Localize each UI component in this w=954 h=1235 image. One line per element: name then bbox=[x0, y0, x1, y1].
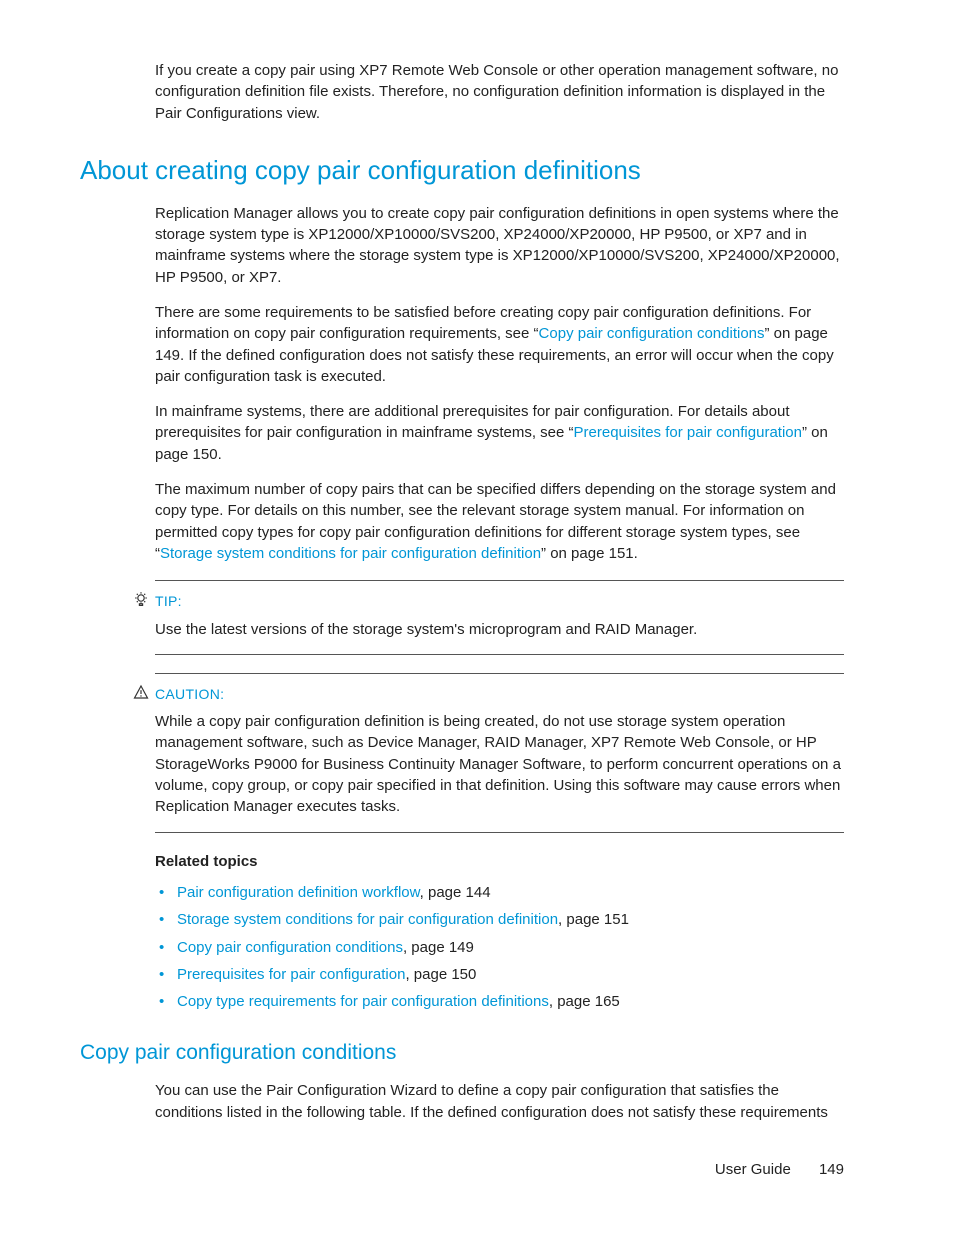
related-link[interactable]: Copy pair configuration conditions bbox=[177, 939, 403, 956]
body-paragraph: You can use the Pair Configuration Wizar… bbox=[155, 1080, 844, 1123]
link-prerequisites[interactable]: Prerequisites for pair configuration bbox=[574, 424, 802, 441]
related-link[interactable]: Prerequisites for pair configuration bbox=[177, 966, 405, 983]
related-topics-heading: Related topics bbox=[155, 851, 844, 872]
related-link[interactable]: Storage system conditions for pair confi… bbox=[177, 911, 558, 928]
related-topics-list: Pair configuration definition workflow, … bbox=[155, 882, 844, 1012]
section-heading-about-creating: About creating copy pair configuration d… bbox=[80, 152, 844, 189]
lightbulb-icon bbox=[133, 591, 149, 607]
list-item: Storage system conditions for pair confi… bbox=[155, 909, 844, 930]
body-paragraph: There are some requirements to be satisf… bbox=[155, 302, 844, 387]
tip-body: Use the latest versions of the storage s… bbox=[155, 619, 844, 640]
body-paragraph: The maximum number of copy pairs that ca… bbox=[155, 479, 844, 564]
caution-body: While a copy pair configuration definiti… bbox=[155, 711, 844, 817]
list-item: Copy type requirements for pair configur… bbox=[155, 991, 844, 1012]
body-paragraph: Replication Manager allows you to create… bbox=[155, 203, 844, 288]
page-ref: , page 151 bbox=[558, 911, 629, 928]
page-ref: , page 150 bbox=[405, 966, 476, 983]
page-number: 149 bbox=[819, 1161, 844, 1178]
text-run: ” on page 151. bbox=[541, 545, 638, 562]
footer-label: User Guide bbox=[715, 1161, 791, 1178]
list-item: Prerequisites for pair configuration, pa… bbox=[155, 964, 844, 985]
caution-label: CAUTION: bbox=[155, 686, 224, 702]
page-ref: , page 144 bbox=[420, 884, 491, 901]
related-link[interactable]: Pair configuration definition workflow bbox=[177, 884, 420, 901]
page-ref: , page 165 bbox=[549, 993, 620, 1010]
link-storage-conditions[interactable]: Storage system conditions for pair confi… bbox=[160, 545, 541, 562]
list-item: Copy pair configuration conditions, page… bbox=[155, 937, 844, 958]
page-ref: , page 149 bbox=[403, 939, 474, 956]
list-item: Pair configuration definition workflow, … bbox=[155, 882, 844, 903]
tip-callout: TIP: Use the latest versions of the stor… bbox=[155, 580, 844, 655]
page-footer: User Guide 149 bbox=[715, 1159, 844, 1180]
intro-paragraph: If you create a copy pair using XP7 Remo… bbox=[155, 60, 844, 124]
section-heading-copy-pair-conditions: Copy pair configuration conditions bbox=[80, 1038, 844, 1068]
link-copy-pair-conditions[interactable]: Copy pair configuration conditions bbox=[539, 325, 765, 342]
caution-callout: CAUTION: While a copy pair configuration… bbox=[155, 673, 844, 833]
body-paragraph: In mainframe systems, there are addition… bbox=[155, 401, 844, 465]
warning-icon bbox=[133, 684, 149, 700]
related-link[interactable]: Copy type requirements for pair configur… bbox=[177, 993, 549, 1010]
tip-label: TIP: bbox=[155, 593, 182, 609]
